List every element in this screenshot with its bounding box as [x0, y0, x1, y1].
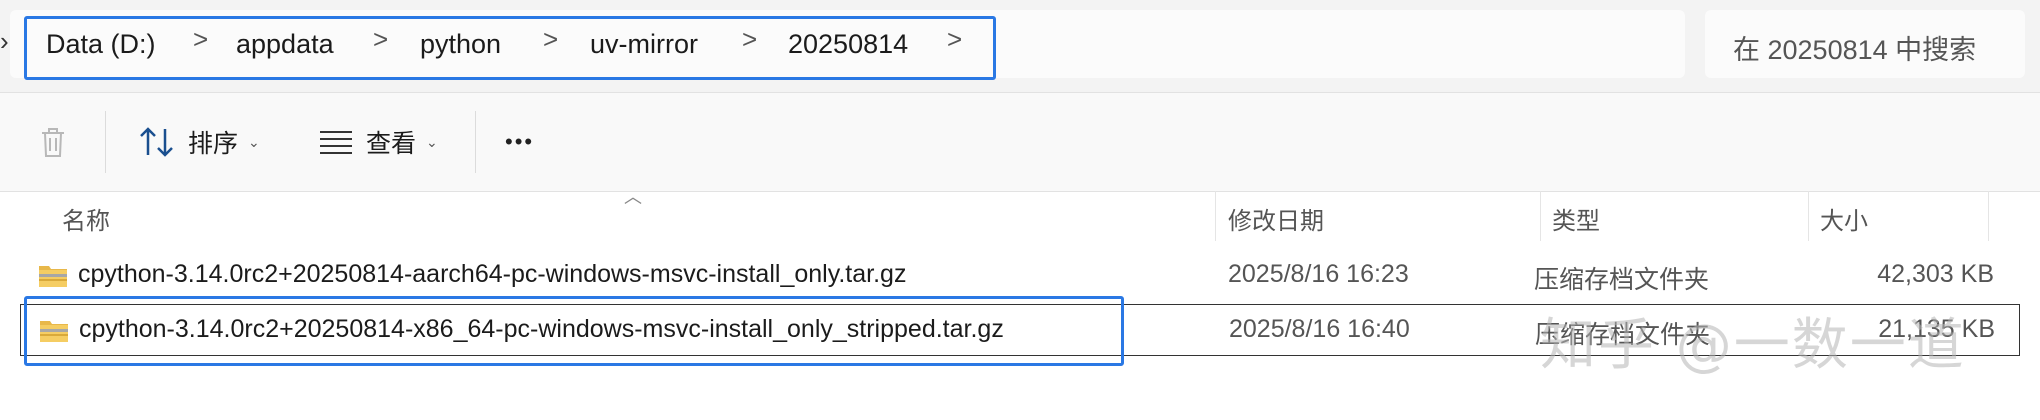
search-placeholder: 在 20250814 中搜索	[1733, 35, 1977, 65]
view-list-icon	[320, 131, 352, 154]
chevron-right-icon[interactable]: ›	[0, 26, 9, 57]
breadcrumb-separator[interactable]: >	[193, 24, 208, 55]
sort-icon	[140, 127, 173, 157]
breadcrumb-item-uv-mirror[interactable]: uv-mirror	[590, 26, 698, 62]
breadcrumb-separator[interactable]: >	[373, 24, 388, 55]
file-row[interactable]: cpython-3.14.0rc2+20250814-aarch64-pc-wi…	[20, 250, 2020, 302]
file-name[interactable]: cpython-3.14.0rc2+20250814-aarch64-pc-wi…	[78, 260, 906, 289]
column-size-header[interactable]: 大小	[1820, 201, 1868, 236]
column-modified-header[interactable]: 修改日期	[1228, 201, 1324, 236]
more-options-button[interactable]: •••	[505, 113, 534, 171]
breadcrumb-separator[interactable]: >	[947, 24, 962, 55]
breadcrumb-item-drive[interactable]: Data (D:)	[46, 26, 156, 62]
breadcrumb-item-appdata[interactable]: appdata	[236, 26, 334, 62]
file-size: 42,303 KB	[1877, 260, 1994, 288]
view-label: 查看	[366, 130, 417, 158]
toolbar-divider	[105, 111, 106, 173]
column-type-header[interactable]: 类型	[1552, 201, 1600, 236]
watermark-text: 知乎 @一数一道	[1540, 313, 1966, 378]
file-name[interactable]: cpython-3.14.0rc2+20250814-x86_64-pc-win…	[79, 315, 1004, 344]
column-separator[interactable]	[1540, 191, 1541, 241]
view-button[interactable]: 查看 ⌄	[318, 113, 438, 171]
column-separator[interactable]	[1988, 191, 1989, 241]
chevron-down-icon: ⌄	[426, 133, 438, 150]
file-modified: 2025/8/16 16:40	[1229, 315, 1410, 343]
column-separator[interactable]	[1808, 191, 1809, 241]
breadcrumb-item-python[interactable]: python	[420, 26, 501, 62]
command-toolbar: 排序 ⌄ 查看 ⌄ •••	[0, 92, 2040, 192]
toolbar-divider	[475, 111, 476, 173]
zip-folder-icon	[39, 266, 67, 287]
search-input[interactable]: 在 20250814 中搜索	[1705, 10, 2025, 78]
breadcrumb-separator[interactable]: >	[742, 24, 757, 55]
sort-label: 排序	[188, 130, 239, 158]
column-separator[interactable]	[1215, 191, 1216, 241]
more-icon: •••	[505, 129, 535, 154]
delete-button[interactable]	[36, 113, 70, 171]
breadcrumb[interactable]: Data (D:) > appdata > python > uv-mirror…	[10, 10, 1685, 78]
sort-button[interactable]: 排序 ⌄	[138, 113, 260, 171]
address-bar-row: › Data (D:) > appdata > python > uv-mirr…	[0, 0, 2040, 92]
breadcrumb-item-20250814[interactable]: 20250814	[788, 26, 908, 62]
sort-ascending-icon: ︿	[624, 187, 642, 207]
chevron-down-icon: ⌄	[248, 133, 260, 150]
column-header-row: ︿ 名称 修改日期 类型 大小	[0, 187, 2040, 241]
trash-icon	[42, 128, 64, 157]
file-modified: 2025/8/16 16:23	[1228, 260, 1409, 288]
zip-folder-icon	[40, 321, 68, 342]
column-name-header[interactable]: 名称	[62, 201, 110, 236]
breadcrumb-separator[interactable]: >	[543, 24, 558, 55]
file-type: 压缩存档文件夹	[1534, 266, 1710, 294]
